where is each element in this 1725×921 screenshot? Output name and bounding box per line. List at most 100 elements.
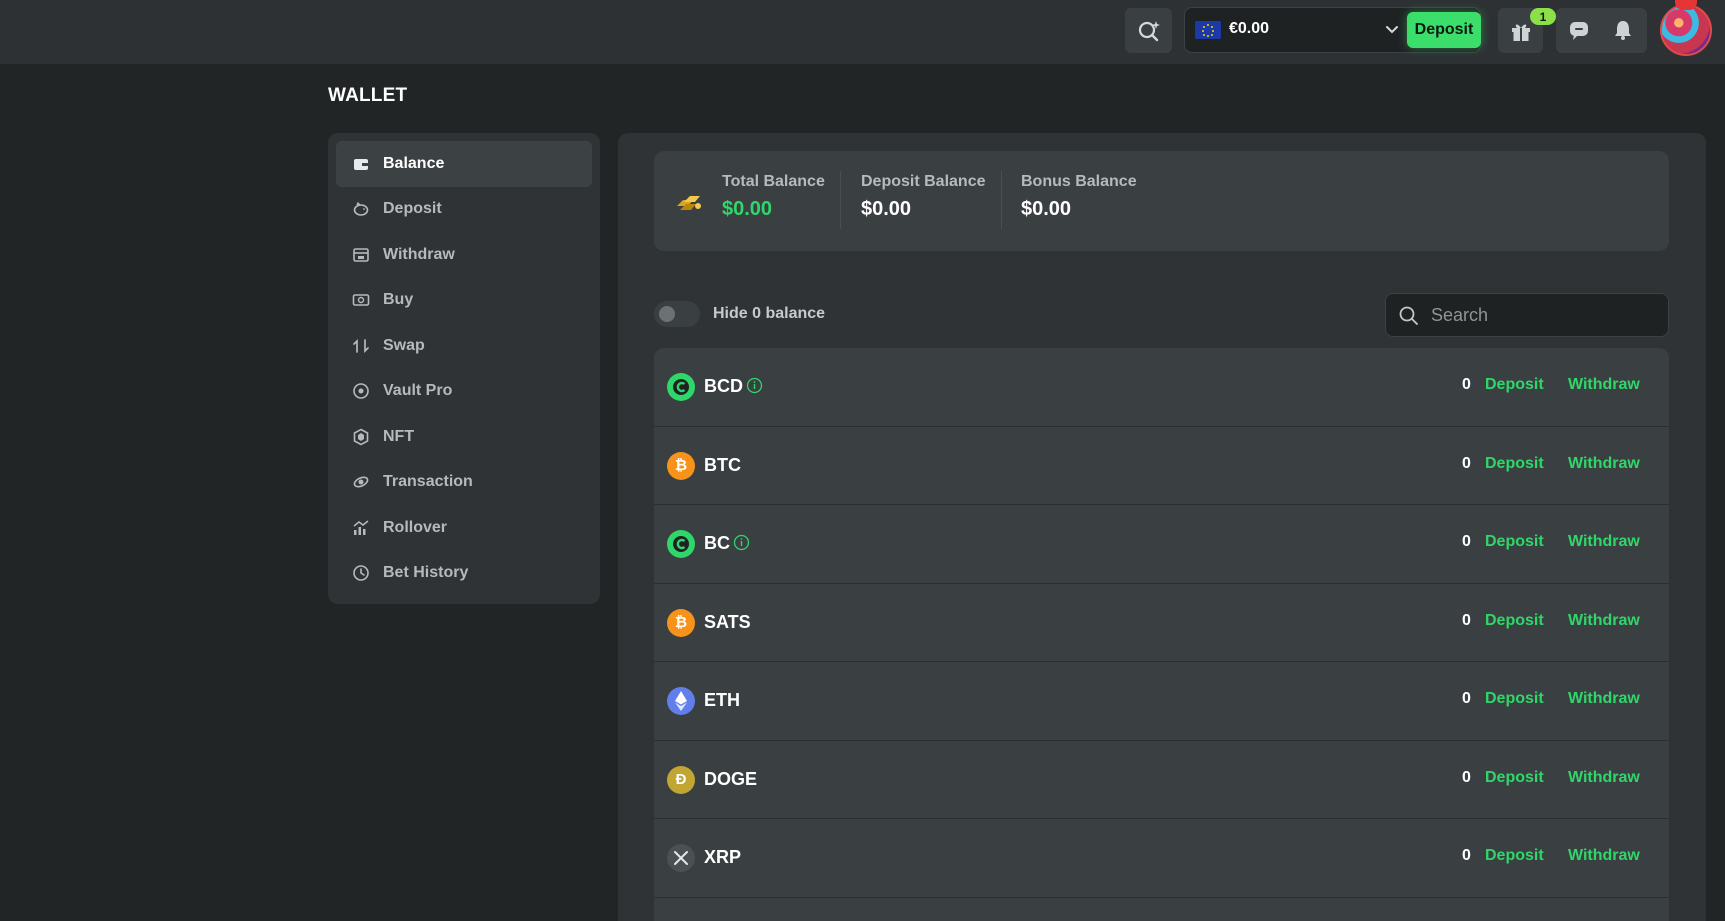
gold-bars-icon	[677, 196, 701, 210]
coin-withdraw-link[interactable]: Withdraw	[1568, 455, 1640, 473]
coin-deposit-link[interactable]: Deposit	[1485, 376, 1544, 394]
coin-symbol: BCD	[704, 376, 743, 396]
sidebar-item-deposit[interactable]: Deposit	[336, 187, 592, 233]
sidebar-item-transaction[interactable]: Transaction	[336, 460, 592, 506]
top-bar: €0.00 Deposit 1	[0, 0, 1725, 64]
coin-deposit-link[interactable]: Deposit	[1485, 847, 1544, 865]
coin-amount: 0	[1462, 376, 1471, 393]
transaction-icon	[353, 476, 369, 488]
wallet-icon	[354, 158, 368, 170]
sidebar-item-label: Swap	[383, 336, 425, 354]
divider	[1001, 171, 1002, 229]
eth-coin-icon	[667, 687, 695, 715]
coin-amount: 0	[1462, 454, 1471, 472]
coin-symbol: XRP	[704, 847, 742, 867]
hide-zero-toggle[interactable]	[654, 301, 700, 327]
coin-list: BCD 0 Deposit Withdraw ₿ BTC 0 Deposit W…	[654, 348, 1669, 921]
clock-icon	[353, 565, 369, 582]
deposit-balance-value: $0.00	[861, 198, 912, 220]
currency-selector[interactable]: €0.00 Deposit	[1184, 7, 1481, 53]
sidebar-item-rollover[interactable]: Rollover	[336, 505, 592, 551]
coin-amount: 0	[1462, 847, 1471, 864]
game-search-button[interactable]	[1125, 8, 1172, 53]
info-icon[interactable]	[746, 377, 763, 394]
coin-row-bc: BC 0 Deposit Withdraw	[654, 505, 1669, 584]
bonus-balance-label: Bonus Balance	[1021, 173, 1137, 190]
coin-deposit-link[interactable]: Deposit	[1485, 533, 1544, 551]
chat-icon[interactable]	[1568, 19, 1590, 41]
coin-deposit-link[interactable]: Deposit	[1485, 612, 1544, 630]
divider	[840, 171, 841, 229]
coin-amount: 0	[1462, 768, 1471, 786]
coin-amount: 0	[1462, 611, 1471, 629]
coin-symbol: SATS	[704, 611, 751, 632]
sidebar-item-bet-history[interactable]: Bet History	[336, 551, 592, 597]
coin-row-bcd: BCD 0 Deposit Withdraw	[654, 348, 1669, 427]
piggy-bank-icon	[353, 202, 369, 217]
sidebar-item-vault-pro[interactable]: Vault Pro	[336, 369, 592, 415]
sidebar-item-swap[interactable]: Swap	[336, 323, 592, 369]
coin-deposit-link[interactable]: Deposit	[1485, 769, 1544, 787]
swap-icon	[353, 338, 369, 353]
coin-withdraw-link[interactable]: Withdraw	[1568, 769, 1640, 787]
hide-zero-label: Hide 0 balance	[713, 305, 826, 322]
sidebar-item-label: Vault Pro	[383, 382, 453, 400]
withdraw-icon	[353, 247, 369, 262]
coin-search	[1385, 293, 1669, 337]
coin-withdraw-link[interactable]: Withdraw	[1568, 612, 1640, 630]
coin-symbol: DOGE	[704, 768, 758, 789]
coin-withdraw-link[interactable]: Withdraw	[1568, 533, 1640, 551]
eu-flag-icon	[1195, 21, 1221, 39]
user-avatar[interactable]	[1660, 4, 1712, 56]
info-icon[interactable]	[733, 534, 750, 551]
search-icon	[1399, 306, 1418, 325]
bonus-balance-value: $0.00	[1021, 198, 1072, 220]
sats-coin-icon: ₿	[667, 608, 695, 637]
cash-icon	[352, 294, 370, 307]
coin-row-btc: ₿ BTC 0 Deposit Withdraw	[654, 427, 1669, 505]
sidebar-item-label: NFT	[383, 427, 415, 445]
coin-withdraw-link[interactable]: Withdraw	[1568, 847, 1640, 865]
bc-coin-icon	[667, 530, 695, 558]
coin-deposit-link[interactable]: Deposit	[1485, 455, 1544, 473]
sidebar-item-label: Balance	[383, 154, 445, 172]
bonus-balance: Bonus Balance $0.00	[1021, 173, 1137, 221]
sidebar-item-withdraw[interactable]: Withdraw	[336, 232, 592, 278]
coin-amount: 0	[1462, 690, 1471, 707]
coin-deposit-link[interactable]: Deposit	[1485, 690, 1544, 708]
wallet-balance: €0.00	[1229, 20, 1270, 37]
toggle-knob	[659, 306, 675, 322]
coin-row-xrp: XRP 0 Deposit Withdraw	[654, 819, 1669, 898]
deposit-balance: Deposit Balance $0.00	[861, 173, 985, 221]
sidebar-item-buy[interactable]: Buy	[336, 278, 592, 324]
sidebar-item-label: Deposit	[383, 200, 442, 218]
header-deposit-button[interactable]: Deposit	[1407, 12, 1481, 48]
chevron-down-icon[interactable]	[1384, 21, 1400, 37]
coin-symbol: BC	[704, 533, 730, 553]
sidebar-item-nft[interactable]: NFT	[336, 414, 592, 460]
gift-icon	[1511, 24, 1530, 41]
doge-coin-icon: Ð	[667, 765, 695, 794]
coin-row-partial	[654, 898, 1669, 921]
sidebar-item-label: Transaction	[383, 473, 473, 491]
coin-symbol: BTC	[704, 454, 741, 475]
coin-withdraw-link[interactable]: Withdraw	[1568, 690, 1640, 708]
total-balance: Total Balance $0.00	[722, 173, 825, 221]
sidebar-item-label: Bet History	[383, 564, 469, 582]
coin-withdraw-link[interactable]: Withdraw	[1568, 376, 1640, 394]
balance-summary-card: Total Balance $0.00 Deposit Balance $0.0…	[654, 151, 1669, 251]
sidebar-item-balance[interactable]: Balance	[336, 141, 592, 187]
sidebar-item-label: Buy	[383, 291, 414, 309]
bell-icon[interactable]	[1612, 19, 1634, 41]
sidebar-item-label: Withdraw	[383, 245, 455, 263]
chat-notification-group	[1556, 8, 1647, 53]
rollover-icon	[353, 520, 369, 535]
coin-row-sats: ₿ SATS 0 Deposit Withdraw	[654, 584, 1669, 662]
coin-amount: 0	[1462, 533, 1471, 550]
balance-panel: Total Balance $0.00 Deposit Balance $0.0…	[618, 133, 1706, 921]
coin-row-doge: Ð DOGE 0 Deposit Withdraw	[654, 741, 1669, 819]
search-input[interactable]	[1431, 300, 1656, 330]
gift-count-badge: 1	[1530, 8, 1556, 25]
bcd-coin-icon	[667, 373, 695, 401]
sidebar-item-label: Rollover	[383, 518, 448, 536]
